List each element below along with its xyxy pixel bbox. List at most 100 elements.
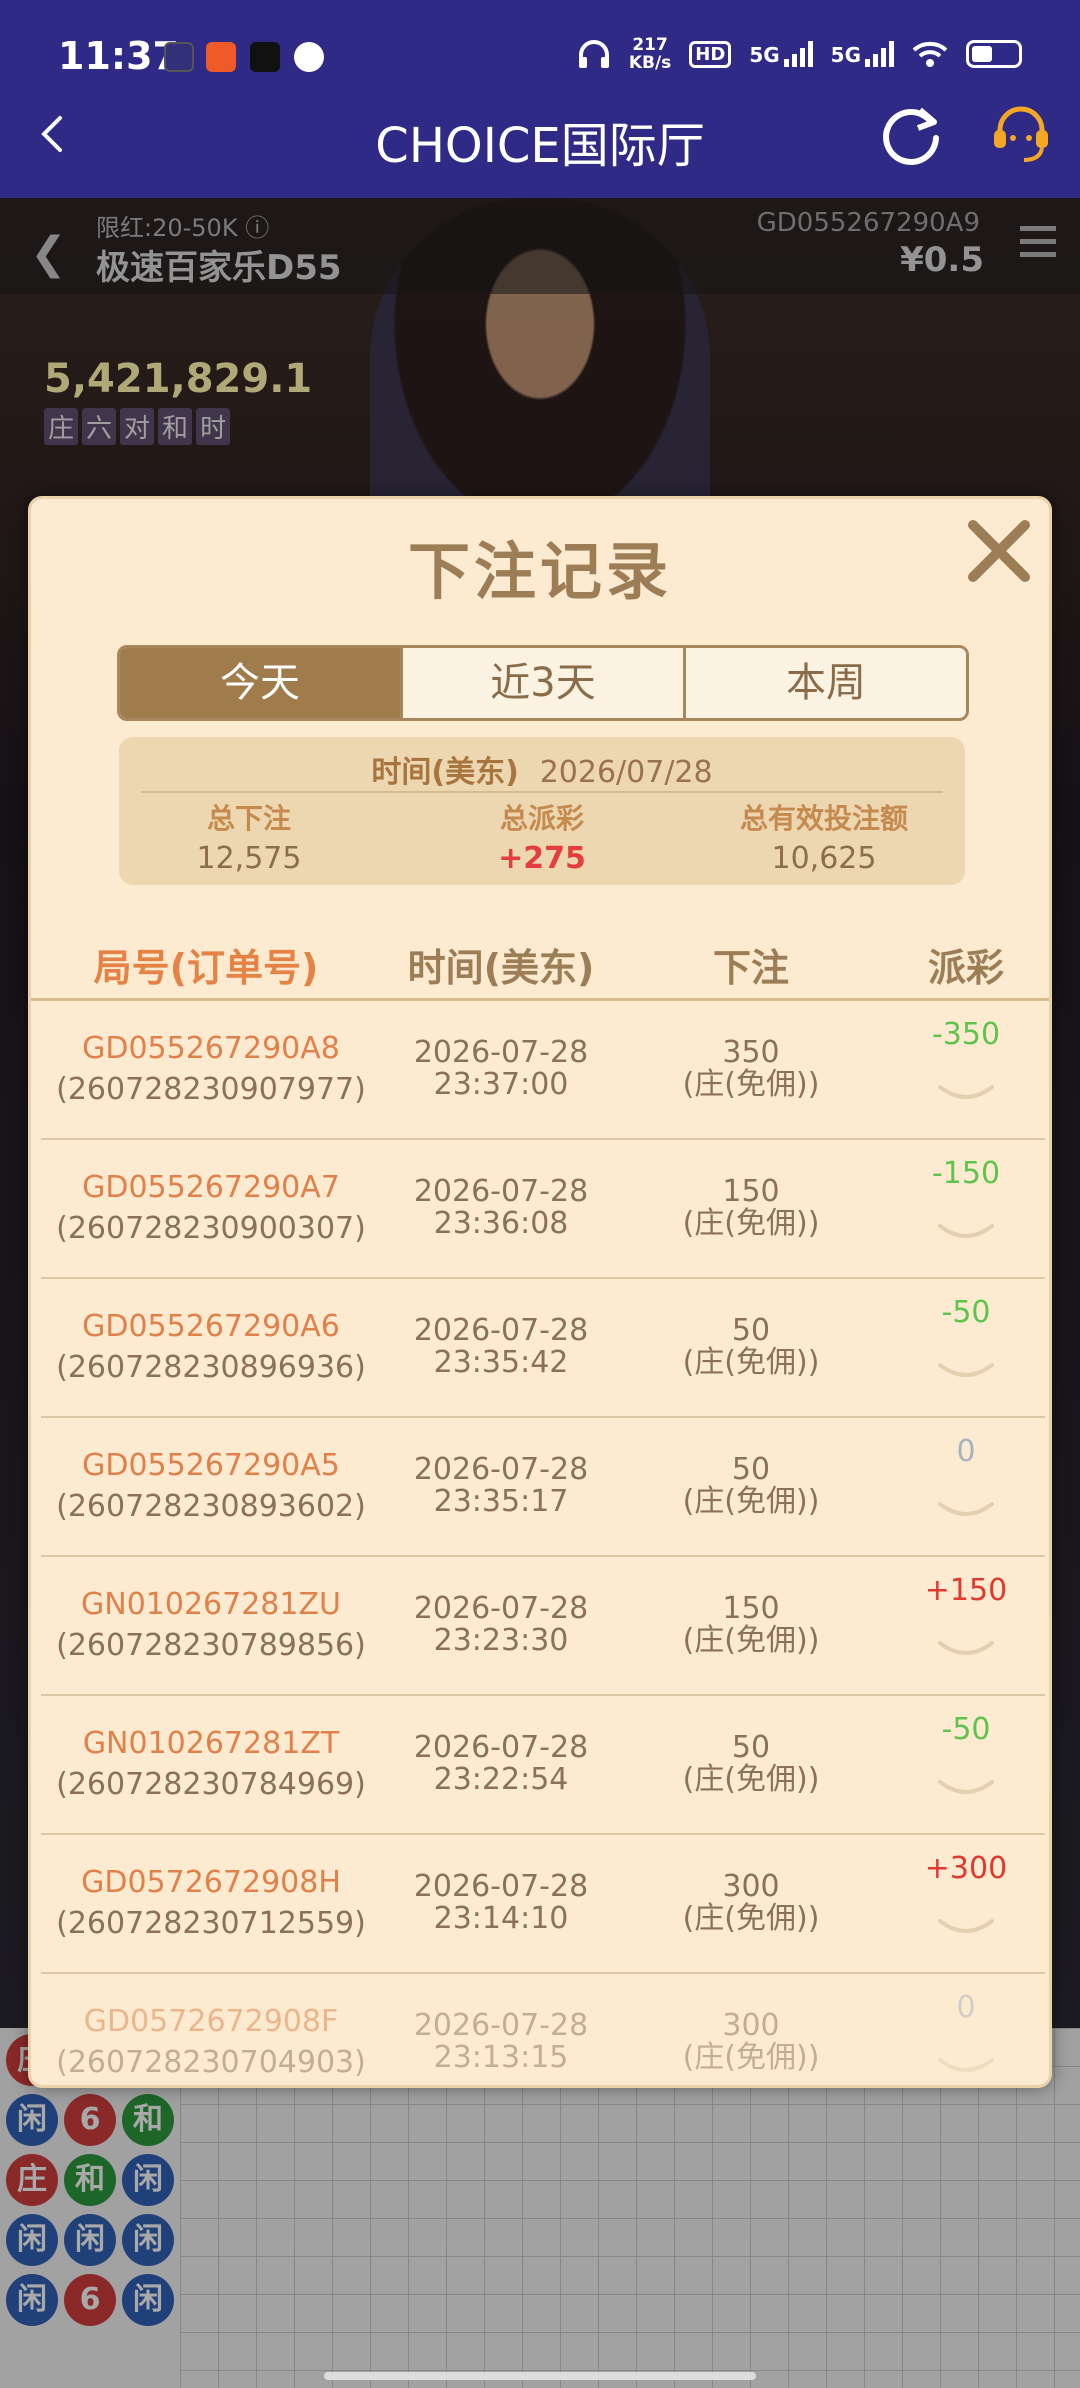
table-row[interactable]: GD055267290A8 (260728230907977) 2026-07-28… [41,1001,1045,1140]
chevron-down-icon[interactable] [936,1776,996,1802]
order-id: (260728230704903) [56,2045,366,2080]
tab-today[interactable]: 今天 [120,648,403,718]
round-cell: GD055267290A8 (260728230907977) [41,1031,381,1107]
bet-amount: 350 [722,1035,780,1070]
round-id: GD055267290A7 [82,1170,340,1205]
total-bet-value: 12,575 [196,841,302,876]
bet-cell: 50 (庄(免佣)) [631,1732,871,1796]
home-indicator [324,2372,756,2380]
time-cell: 2026-07-28 23:35:42 [371,1315,631,1379]
table-row[interactable]: GD055267290A5 (260728230893602) 2026-07-28… [41,1418,1045,1557]
chevron-down-icon[interactable] [936,1081,996,1107]
round-cell: GD0572672908H (260728230712559) [41,1865,381,1941]
bet-cell: 300 (庄(免佣)) [631,2010,871,2074]
round-id: GD0572672908F [83,2004,339,2039]
round-cell: GD0572672908F (260728230704903) [41,2004,381,2080]
order-id: (260728230893602) [56,1489,366,1524]
round-cell: GD055267290A7 (260728230900307) [41,1170,381,1246]
bet-amount: 50 [731,1452,771,1487]
summary-panel: 时间(美东) 2026/07/28 总下注 12,575 总派彩 +275 总有… [119,737,965,885]
round-id: GD055267290A5 [82,1448,340,1483]
tiktok-icon [250,42,280,72]
bet-time: 23:36:08 [433,1206,569,1241]
bet-record-list: GD055267290A8 (260728230907977) 2026-07-28… [41,1001,1045,2085]
payout-value: -50 [941,1295,991,1330]
round-id: GN010267281ZT [82,1726,340,1761]
order-id: (260728230900307) [56,1211,366,1246]
bet-cell: 350 (庄(免佣)) [631,1037,871,1101]
total-payout-label: 总派彩 [499,802,584,835]
headphones-icon [578,40,609,68]
chevron-down-icon[interactable] [936,1915,996,1941]
net-speed: 217 KB/s [628,35,672,73]
tab-last-3-days[interactable]: 近3天 [403,648,686,718]
status-time: 11:37 [58,34,179,78]
total-payout: 总派彩 +275 [412,797,672,876]
bet-type: (庄(免佣)) [682,1762,820,1797]
payout-value: -350 [931,1017,1001,1052]
refresh-icon[interactable] [876,100,946,170]
order-id: (260728230907977) [56,1072,366,1107]
header-time: 时间(美东) [407,946,595,990]
tab-this-week[interactable]: 本周 [686,648,966,718]
date-value: 2026/07/28 [539,755,713,790]
round-id: GD055267290A8 [82,1031,340,1066]
chevron-down-icon[interactable] [936,1637,996,1663]
bet-date: 2026-07-28 [413,1313,589,1348]
round-cell: GN010267281ZT (260728230784969) [41,1726,381,1802]
total-bet: 总下注 12,575 [119,797,379,876]
bet-cell: 150 (庄(免佣)) [631,1593,871,1657]
bet-cell: 300 (庄(免佣)) [631,1871,871,1935]
total-valid-label: 总有效投注额 [739,802,908,835]
bet-amount: 50 [731,1313,771,1348]
bet-type: (庄(免佣)) [682,1623,820,1658]
bet-time: 23:22:54 [433,1762,569,1797]
time-cell: 2026-07-28 23:35:17 [371,1454,631,1518]
bet-type: (庄(免佣)) [682,1067,820,1102]
bet-type: (庄(免佣)) [682,1901,820,1936]
table-row[interactable]: GN010267281ZT (260728230784969) 2026-07-28… [41,1696,1045,1835]
bet-amount: 150 [722,1591,780,1626]
battery-icon [966,40,1022,68]
bet-cell: 50 (庄(免佣)) [631,1454,871,1518]
cellular-signal-icon: 5G [749,41,813,67]
modal-title: 下注记录 [407,535,672,608]
chevron-down-icon[interactable] [936,1220,996,1246]
total-bet-label: 总下注 [206,802,291,835]
bet-date: 2026-07-28 [413,1174,589,1209]
payout-value: 0 [956,1990,976,2025]
bet-date: 2026-07-28 [413,1452,589,1487]
round-cell: GN010267281ZU (260728230789856) [41,1587,381,1663]
table-row[interactable]: GD0572672908F (260728230704903) 2026-07-28… [41,1974,1045,2085]
date-label: 时间(美东) [371,755,519,790]
total-valid-bet: 总有效投注额 10,625 [679,797,969,876]
chevron-down-icon[interactable] [936,2054,996,2080]
bet-date: 2026-07-28 [413,1869,589,1904]
table-row[interactable]: GD055267290A6 (260728230896936) 2026-07-28… [41,1279,1045,1418]
notification-app-icon [164,42,194,72]
payout-value: 0 [956,1434,976,1469]
chevron-down-icon[interactable] [936,1359,996,1385]
bet-record-modal: 下注记录 今天 近3天 本周 时间(美东) 2026/07/28 总下注 12,… [28,496,1052,2088]
order-id: (260728230784969) [56,1767,366,1802]
notification-app-icon [206,42,236,72]
bet-amount: 300 [722,1869,780,1904]
bet-type: (庄(免佣)) [682,1345,820,1380]
customer-service-icon[interactable] [986,100,1056,170]
bet-amount: 150 [722,1174,780,1209]
time-cell: 2026-07-28 23:13:15 [371,2010,631,2074]
chevron-down-icon[interactable] [936,1498,996,1524]
time-cell: 2026-07-28 23:22:54 [371,1732,631,1796]
bet-time: 23:13:15 [433,2040,569,2075]
divider [141,791,943,793]
table-row[interactable]: GD0572672908H (260728230712559) 2026-07-28… [41,1835,1045,1974]
bet-time: 23:14:10 [433,1901,569,1936]
table-row[interactable]: GD055267290A7 (260728230900307) 2026-07-28… [41,1140,1045,1279]
close-icon[interactable] [961,513,1037,589]
table-row[interactable]: GN010267281ZU (260728230789856) 2026-07-28… [41,1557,1045,1696]
bet-time: 23:37:00 [433,1067,569,1102]
payout-value: +300 [924,1851,1008,1886]
wifi-icon [912,41,948,67]
bet-date: 2026-07-28 [413,1730,589,1765]
cellular-signal-icon: 5G [831,41,894,67]
